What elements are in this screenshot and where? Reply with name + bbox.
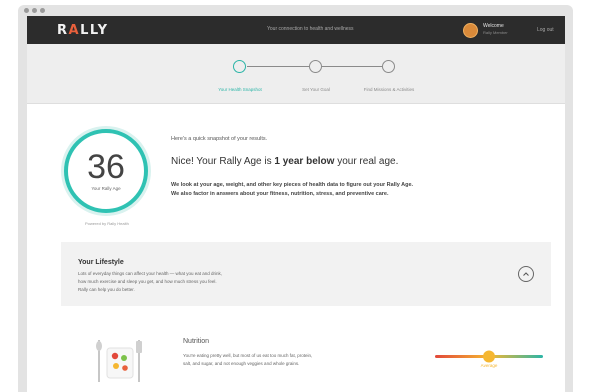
window-close-dot[interactable]	[24, 8, 29, 13]
top-navigation: RALLY Your connection to health and well…	[27, 16, 565, 44]
nav-right-link[interactable]: Log out	[537, 27, 554, 33]
logo-text-suffix: LLY	[80, 23, 109, 38]
rally-logo[interactable]: RALLY	[57, 23, 109, 38]
lifestyle-title: Your Lifestyle	[78, 259, 124, 266]
logo-text-accent: A	[68, 23, 81, 38]
step-3-circle[interactable]	[382, 60, 395, 73]
lifestyle-panel[interactable]: Your Lifestyle Lots of everyday things c…	[61, 242, 551, 306]
nav-tagline: Your connection to health and wellness	[267, 26, 354, 32]
rally-age-headline: Nice! Your Rally Age is 1 year below you…	[171, 156, 398, 167]
step-2-label[interactable]: Set Your Goal	[281, 87, 351, 92]
progress-stepper: Your Health Snapshot Set Your Goal Find …	[27, 44, 565, 104]
explanation-line: We look at your age, weight, and other k…	[171, 182, 414, 188]
snapshot-intro: Here's a quick snapshot of your results.	[171, 136, 268, 142]
stepper-connector	[322, 66, 382, 67]
headline-text-bold: 1 year below	[274, 156, 335, 167]
nutrition-level-slider: Average	[435, 350, 543, 368]
logo-text-prefix: R	[57, 23, 69, 38]
step-1-label[interactable]: Your Health Snapshot	[205, 87, 275, 92]
lifestyle-description-line: how much exercise and sleep you get, and…	[78, 279, 217, 284]
rally-age-explanation: We look at your age, weight, and other k…	[171, 181, 546, 199]
user-subtitle: Rally Member	[483, 30, 508, 35]
collapse-toggle-button[interactable]	[518, 266, 534, 282]
nutrition-description: You're eating pretty well, but most of u…	[183, 352, 413, 368]
step-1-circle[interactable]	[233, 60, 246, 73]
lifestyle-description-line: Lots of everyday things can affect your …	[78, 271, 223, 276]
headline-text-post: your real age.	[334, 156, 399, 167]
explanation-line: We also factor in answers about your fit…	[171, 191, 389, 197]
browser-chrome	[18, 5, 573, 15]
browser-window: RALLY Your connection to health and well…	[18, 5, 573, 392]
stepper-connector	[247, 66, 309, 67]
step-2-circle[interactable]	[309, 60, 322, 73]
nutrition-description-line: salt, and sugar, and not enough veggies …	[183, 361, 300, 366]
slider-knob	[483, 350, 495, 363]
window-zoom-dot[interactable]	[40, 8, 45, 13]
rally-age-label: Your Rally Age	[91, 186, 121, 191]
avatar[interactable]	[463, 23, 478, 38]
page-viewport: RALLY Your connection to health and well…	[27, 16, 565, 392]
chevron-up-icon	[523, 272, 529, 276]
window-minimize-dot[interactable]	[32, 8, 37, 13]
nutrition-illustration-icon	[96, 340, 142, 382]
rally-age-value: 36	[87, 148, 125, 186]
nutrition-title: Nutrition	[183, 338, 210, 345]
lifestyle-description-line: Rally can help you do better.	[78, 287, 135, 292]
headline-text-pre: Nice! Your Rally Age is	[171, 156, 275, 167]
step-3-label[interactable]: Find Missions & Activities	[354, 87, 424, 92]
rally-age-ring: 36 Your Rally Age	[64, 129, 148, 213]
slider-level-label: Average	[481, 363, 498, 368]
user-name[interactable]: Welcome	[483, 23, 504, 29]
lifestyle-description: Lots of everyday things can affect your …	[78, 270, 338, 294]
powered-by-text: Powered by Rally Health	[85, 221, 129, 226]
nutrition-description-line: You're eating pretty well, but most of u…	[183, 353, 313, 358]
